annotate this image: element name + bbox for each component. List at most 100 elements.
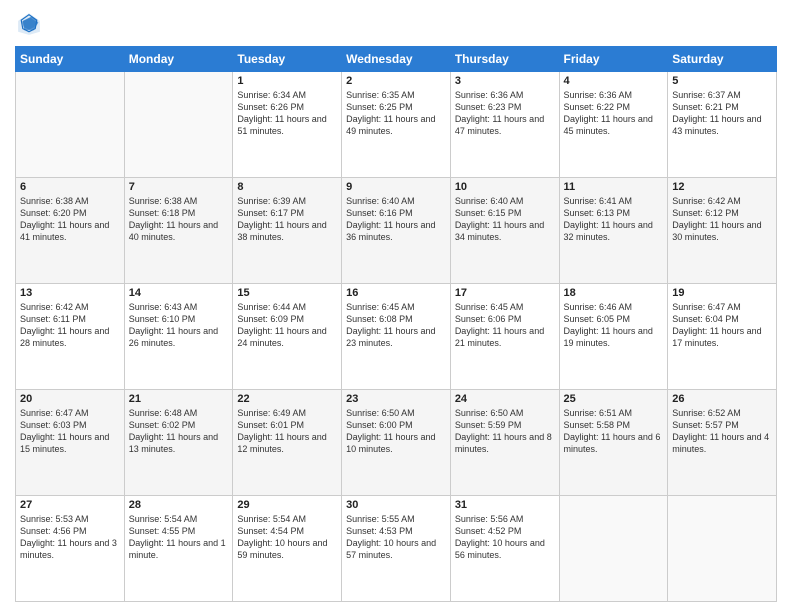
day-number: 18	[564, 287, 664, 299]
day-number: 3	[455, 75, 555, 87]
calendar-cell: 18 Sunrise: 6:46 AM Sunset: 6:05 PM Dayli…	[559, 284, 668, 390]
day-number: 26	[672, 393, 772, 405]
day-info: Sunrise: 6:35 AM Sunset: 6:25 PM Dayligh…	[346, 89, 446, 138]
logo-icon	[15, 10, 43, 38]
day-info: Sunrise: 6:37 AM Sunset: 6:21 PM Dayligh…	[672, 89, 772, 138]
day-number: 20	[20, 393, 120, 405]
day-number: 9	[346, 181, 446, 193]
day-number: 16	[346, 287, 446, 299]
page: SundayMondayTuesdayWednesdayThursdayFrid…	[0, 0, 792, 612]
calendar-cell: 5 Sunrise: 6:37 AM Sunset: 6:21 PM Daylig…	[668, 72, 777, 178]
day-number: 8	[237, 181, 337, 193]
day-info: Sunrise: 6:36 AM Sunset: 6:22 PM Dayligh…	[564, 89, 664, 138]
calendar-cell: 16 Sunrise: 6:45 AM Sunset: 6:08 PM Dayli…	[342, 284, 451, 390]
day-number: 5	[672, 75, 772, 87]
weekday-header-saturday: Saturday	[668, 47, 777, 72]
calendar-cell: 11 Sunrise: 6:41 AM Sunset: 6:13 PM Dayli…	[559, 178, 668, 284]
day-info: Sunrise: 6:47 AM Sunset: 6:03 PM Dayligh…	[20, 407, 120, 456]
day-number: 25	[564, 393, 664, 405]
day-info: Sunrise: 5:56 AM Sunset: 4:52 PM Dayligh…	[455, 513, 555, 562]
calendar-cell	[559, 496, 668, 602]
day-number: 19	[672, 287, 772, 299]
day-info: Sunrise: 6:50 AM Sunset: 6:00 PM Dayligh…	[346, 407, 446, 456]
day-info: Sunrise: 6:40 AM Sunset: 6:15 PM Dayligh…	[455, 195, 555, 244]
day-number: 6	[20, 181, 120, 193]
calendar-cell: 17 Sunrise: 6:45 AM Sunset: 6:06 PM Dayli…	[450, 284, 559, 390]
day-info: Sunrise: 6:45 AM Sunset: 6:06 PM Dayligh…	[455, 301, 555, 350]
day-info: Sunrise: 6:41 AM Sunset: 6:13 PM Dayligh…	[564, 195, 664, 244]
day-number: 29	[237, 499, 337, 511]
calendar-table: SundayMondayTuesdayWednesdayThursdayFrid…	[15, 46, 777, 602]
weekday-header-thursday: Thursday	[450, 47, 559, 72]
day-number: 21	[129, 393, 229, 405]
day-info: Sunrise: 6:38 AM Sunset: 6:20 PM Dayligh…	[20, 195, 120, 244]
day-info: Sunrise: 5:55 AM Sunset: 4:53 PM Dayligh…	[346, 513, 446, 562]
calendar-cell: 22 Sunrise: 6:49 AM Sunset: 6:01 PM Dayli…	[233, 390, 342, 496]
calendar-cell: 20 Sunrise: 6:47 AM Sunset: 6:03 PM Dayli…	[16, 390, 125, 496]
calendar-cell: 1 Sunrise: 6:34 AM Sunset: 6:26 PM Daylig…	[233, 72, 342, 178]
day-info: Sunrise: 6:46 AM Sunset: 6:05 PM Dayligh…	[564, 301, 664, 350]
day-number: 31	[455, 499, 555, 511]
calendar-cell: 28 Sunrise: 5:54 AM Sunset: 4:55 PM Dayli…	[124, 496, 233, 602]
week-row-5: 27 Sunrise: 5:53 AM Sunset: 4:56 PM Dayli…	[16, 496, 777, 602]
calendar-cell: 31 Sunrise: 5:56 AM Sunset: 4:52 PM Dayli…	[450, 496, 559, 602]
day-number: 13	[20, 287, 120, 299]
week-row-3: 13 Sunrise: 6:42 AM Sunset: 6:11 PM Dayli…	[16, 284, 777, 390]
day-info: Sunrise: 6:43 AM Sunset: 6:10 PM Dayligh…	[129, 301, 229, 350]
calendar-cell: 26Sunrise: 6:52 AM Sunset: 5:57 PM Dayli…	[668, 390, 777, 496]
day-number: 23	[346, 393, 446, 405]
day-info: Sunrise: 6:48 AM Sunset: 6:02 PM Dayligh…	[129, 407, 229, 456]
day-number: 12	[672, 181, 772, 193]
calendar-cell: 19 Sunrise: 6:47 AM Sunset: 6:04 PM Dayli…	[668, 284, 777, 390]
calendar-cell: 21 Sunrise: 6:48 AM Sunset: 6:02 PM Dayli…	[124, 390, 233, 496]
day-info: Sunrise: 5:53 AM Sunset: 4:56 PM Dayligh…	[20, 513, 120, 562]
day-number: 17	[455, 287, 555, 299]
day-info: Sunrise: 6:50 AM Sunset: 5:59 PM Dayligh…	[455, 407, 555, 456]
day-info: Sunrise: 6:42 AM Sunset: 6:11 PM Dayligh…	[20, 301, 120, 350]
calendar-cell: 9 Sunrise: 6:40 AM Sunset: 6:16 PM Daylig…	[342, 178, 451, 284]
calendar-cell: 12 Sunrise: 6:42 AM Sunset: 6:12 PM Dayli…	[668, 178, 777, 284]
calendar-cell: 4Sunrise: 6:36 AM Sunset: 6:22 PM Daylig…	[559, 72, 668, 178]
week-row-1: 1 Sunrise: 6:34 AM Sunset: 6:26 PM Daylig…	[16, 72, 777, 178]
day-number: 28	[129, 499, 229, 511]
day-info: Sunrise: 6:36 AM Sunset: 6:23 PM Dayligh…	[455, 89, 555, 138]
calendar-cell: 3 Sunrise: 6:36 AM Sunset: 6:23 PM Daylig…	[450, 72, 559, 178]
day-number: 1	[237, 75, 337, 87]
day-info: Sunrise: 5:54 AM Sunset: 4:55 PM Dayligh…	[129, 513, 229, 562]
logo	[15, 10, 47, 38]
day-info: Sunrise: 6:47 AM Sunset: 6:04 PM Dayligh…	[672, 301, 772, 350]
day-number: 14	[129, 287, 229, 299]
calendar-cell: 8 Sunrise: 6:39 AM Sunset: 6:17 PM Daylig…	[233, 178, 342, 284]
calendar-cell: 6 Sunrise: 6:38 AM Sunset: 6:20 PM Daylig…	[16, 178, 125, 284]
calendar-cell: 7Sunrise: 6:38 AM Sunset: 6:18 PM Daylig…	[124, 178, 233, 284]
day-info: Sunrise: 6:42 AM Sunset: 6:12 PM Dayligh…	[672, 195, 772, 244]
calendar-cell: 24Sunrise: 6:50 AM Sunset: 5:59 PM Dayli…	[450, 390, 559, 496]
day-info: Sunrise: 5:54 AM Sunset: 4:54 PM Dayligh…	[237, 513, 337, 562]
day-info: Sunrise: 6:38 AM Sunset: 6:18 PM Dayligh…	[129, 195, 229, 244]
calendar-cell: 29 Sunrise: 5:54 AM Sunset: 4:54 PM Dayli…	[233, 496, 342, 602]
day-info: Sunrise: 6:51 AM Sunset: 5:58 PM Dayligh…	[564, 407, 664, 456]
day-info: Sunrise: 6:39 AM Sunset: 6:17 PM Dayligh…	[237, 195, 337, 244]
calendar-cell: 23 Sunrise: 6:50 AM Sunset: 6:00 PM Dayli…	[342, 390, 451, 496]
calendar-cell: 10Sunrise: 6:40 AM Sunset: 6:15 PM Dayli…	[450, 178, 559, 284]
calendar-cell: 13 Sunrise: 6:42 AM Sunset: 6:11 PM Dayli…	[16, 284, 125, 390]
calendar-cell: 25 Sunrise: 6:51 AM Sunset: 5:58 PM Dayli…	[559, 390, 668, 496]
day-info: Sunrise: 6:40 AM Sunset: 6:16 PM Dayligh…	[346, 195, 446, 244]
weekday-header-row: SundayMondayTuesdayWednesdayThursdayFrid…	[16, 47, 777, 72]
day-number: 27	[20, 499, 120, 511]
day-info: Sunrise: 6:44 AM Sunset: 6:09 PM Dayligh…	[237, 301, 337, 350]
day-info: Sunrise: 6:34 AM Sunset: 6:26 PM Dayligh…	[237, 89, 337, 138]
calendar-cell	[16, 72, 125, 178]
day-info: Sunrise: 6:45 AM Sunset: 6:08 PM Dayligh…	[346, 301, 446, 350]
day-number: 2	[346, 75, 446, 87]
day-number: 22	[237, 393, 337, 405]
week-row-2: 6 Sunrise: 6:38 AM Sunset: 6:20 PM Daylig…	[16, 178, 777, 284]
day-info: Sunrise: 6:49 AM Sunset: 6:01 PM Dayligh…	[237, 407, 337, 456]
calendar-cell	[668, 496, 777, 602]
day-number: 15	[237, 287, 337, 299]
header	[15, 10, 777, 38]
day-number: 11	[564, 181, 664, 193]
calendar-cell	[124, 72, 233, 178]
weekday-header-wednesday: Wednesday	[342, 47, 451, 72]
day-number: 30	[346, 499, 446, 511]
